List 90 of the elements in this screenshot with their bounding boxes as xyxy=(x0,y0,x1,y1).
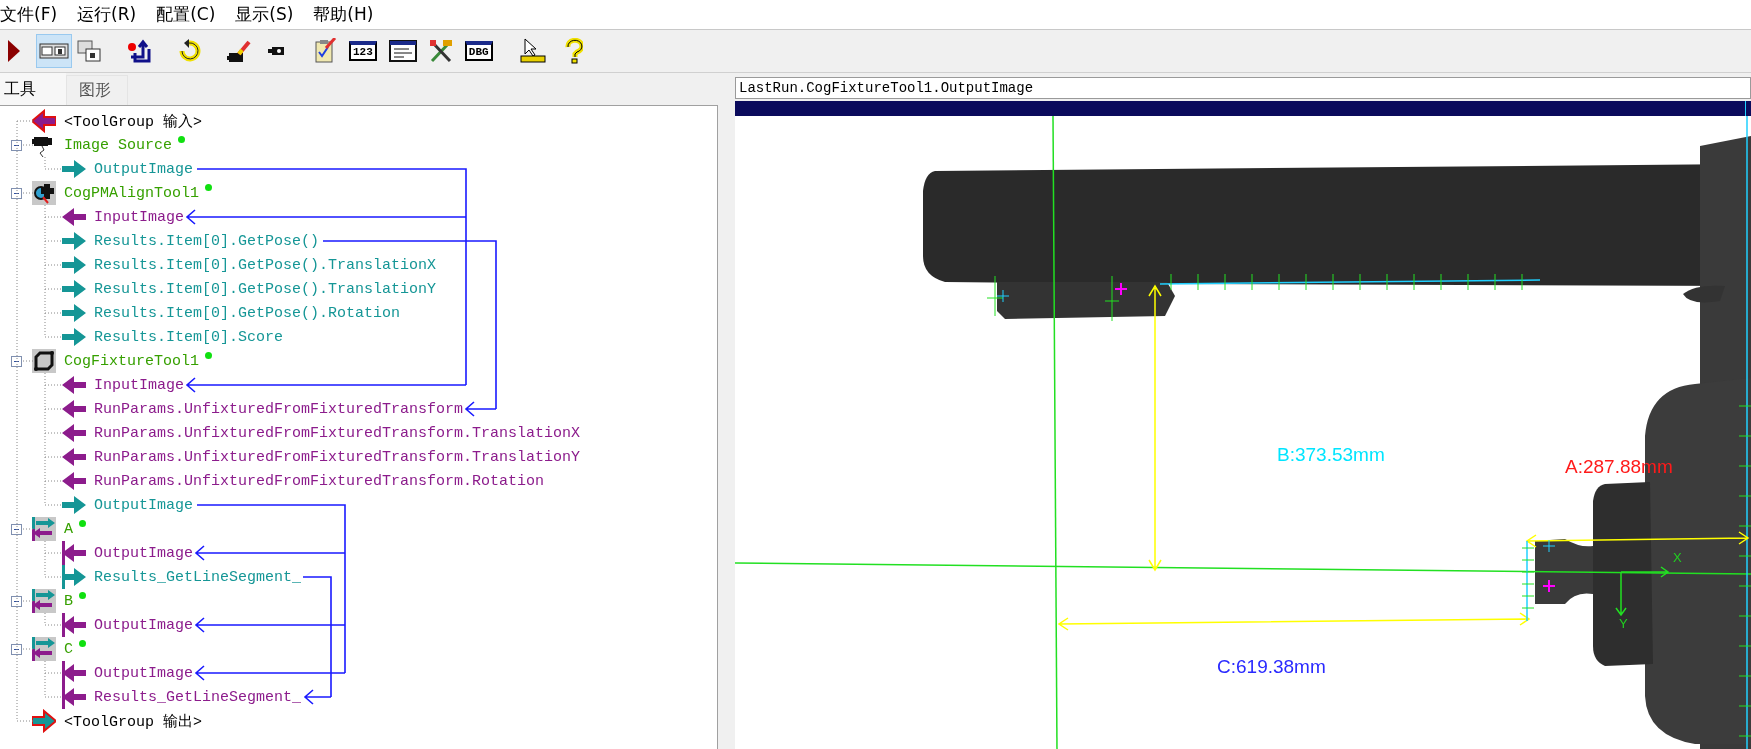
terminal-label[interactable]: Results.Item[0].Score xyxy=(94,328,284,346)
left-arrow-icon xyxy=(62,397,86,421)
tree-line xyxy=(22,192,34,194)
right-arrow-icon xyxy=(62,301,86,325)
status-dot-icon xyxy=(79,640,86,647)
terminal-label[interactable]: OutputImage xyxy=(94,496,194,514)
left-arrow-icon xyxy=(62,445,86,469)
tree-line xyxy=(22,144,34,146)
question-icon xyxy=(562,38,583,64)
expander-button[interactable] xyxy=(11,355,22,367)
terminal-label[interactable]: Results_GetLineSegment_ xyxy=(94,688,302,706)
image-source-field[interactable]: LastRun.CogFixtureTool1.OutputImage xyxy=(735,77,1751,99)
terminal-label[interactable]: OutputImage xyxy=(94,664,194,682)
expander-button[interactable] xyxy=(11,139,22,151)
rotate-icon xyxy=(177,39,201,63)
terminal-label[interactable]: RunParams.UnfixturedFromFixturedTransform xyxy=(94,400,464,418)
status-dot-icon xyxy=(205,352,213,359)
text-window-icon xyxy=(388,38,417,64)
tab[interactable]: 工具 xyxy=(0,73,66,105)
in-out-arrows-icon xyxy=(32,589,56,613)
right-arrow-icon xyxy=(62,229,86,253)
frame-icon xyxy=(32,349,56,373)
left-arrow-icon xyxy=(62,421,86,445)
terminal-label[interactable]: OutputImage xyxy=(94,616,194,634)
right-arrow-icon xyxy=(62,565,86,589)
right-arrow-icon xyxy=(62,493,86,517)
magnifier-icon xyxy=(32,181,56,205)
left-arrow-icon xyxy=(62,541,86,565)
brush-camera-icon xyxy=(227,39,251,63)
menu-item[interactable]: 帮助(H) xyxy=(313,3,384,26)
expander-button[interactable] xyxy=(11,187,22,199)
status-dot-icon xyxy=(205,184,213,191)
tree-line xyxy=(22,360,34,362)
debug-button[interactable]: DBG xyxy=(461,34,496,68)
terminal-label[interactable]: RunParams.UnfixturedFromFixturedTransform.TranslationY xyxy=(94,448,581,466)
right-arrow-icon xyxy=(32,709,56,733)
terminal-label[interactable]: OutputImage xyxy=(94,544,194,562)
terminal-label[interactable]: Results_GetLineSegment_ xyxy=(94,568,302,586)
measurement-label: B:373.53mm xyxy=(1277,444,1385,466)
axis-label: Y xyxy=(1619,616,1628,631)
terminal-label[interactable]: Results.Item[0].GetPose().TranslationX xyxy=(94,256,437,274)
expander-button[interactable] xyxy=(11,523,22,535)
left-arrow-icon xyxy=(62,661,86,685)
terminal-label[interactable]: RunParams.UnfixturedFromFixturedTransform.TranslationX xyxy=(94,424,581,442)
tree-line xyxy=(22,600,34,602)
menu-item[interactable]: 文件(F) xyxy=(0,3,68,26)
axis-label: X xyxy=(1673,550,1682,565)
menu-item[interactable]: 显示(S) xyxy=(235,3,304,26)
return-arrow-icon xyxy=(127,39,151,63)
tree-line xyxy=(22,528,34,530)
terminal-label[interactable]: InputImage xyxy=(94,376,184,394)
menu-item[interactable]: 运行(R) xyxy=(77,3,147,26)
tab[interactable]: 图形 xyxy=(66,75,128,105)
terminal-label[interactable]: Results.Item[0].GetPose().TranslationY xyxy=(94,280,437,298)
status-dot-icon xyxy=(79,520,86,527)
menu-item[interactable]: 配置(C) xyxy=(156,3,226,26)
expander-button[interactable] xyxy=(11,643,22,655)
status-dot-icon xyxy=(79,592,86,599)
tool-name[interactable]: CogFixtureTool1 xyxy=(64,352,200,370)
expander-button[interactable] xyxy=(11,595,22,607)
windows-icon xyxy=(77,39,101,63)
terminal-label[interactable]: OutputImage xyxy=(94,160,194,178)
left-arrow-icon xyxy=(62,685,86,709)
in-out-arrows-icon xyxy=(32,517,56,541)
left-arrow-icon xyxy=(62,469,86,493)
play-icon xyxy=(6,38,20,64)
terminal-label[interactable]: Results.Item[0].GetPose().Rotation xyxy=(94,304,401,322)
tool-group-label[interactable]: <ToolGroup 输入> xyxy=(64,111,203,131)
left-arrow-icon xyxy=(62,205,86,229)
tool-group-label[interactable]: <ToolGroup 输出> xyxy=(64,711,203,731)
left-arrow-icon xyxy=(32,109,56,133)
tools-icon xyxy=(428,39,453,63)
left-arrow-icon xyxy=(62,373,86,397)
tool-name[interactable]: Image Source xyxy=(64,136,173,154)
right-arrow-icon xyxy=(62,277,86,301)
terminal-label[interactable]: RunParams.UnfixturedFromFixturedTransform.Rotation xyxy=(94,472,545,490)
tree-line xyxy=(22,648,34,650)
clipboard-pen-icon xyxy=(313,38,337,64)
left-arrow-icon xyxy=(62,613,86,637)
pointer-ruler-icon xyxy=(518,38,547,64)
right-arrow-icon xyxy=(62,325,86,349)
measurement-label: C:619.38mm xyxy=(1217,656,1326,678)
terminal-label[interactable]: Results.Item[0].GetPose() xyxy=(94,232,320,250)
in-out-arrows-icon xyxy=(32,637,56,661)
right-arrow-icon xyxy=(62,157,86,181)
status-dot-icon xyxy=(178,136,186,143)
window-button[interactable] xyxy=(36,34,72,68)
number-display-button[interactable]: 123 xyxy=(346,34,380,68)
terminal-label[interactable]: InputImage xyxy=(94,208,184,226)
right-arrow-icon xyxy=(62,253,86,277)
